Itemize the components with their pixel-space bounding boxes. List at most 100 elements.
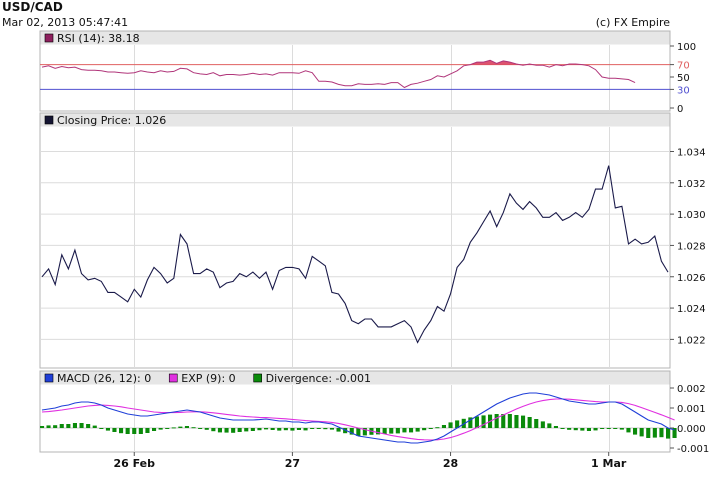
divergence-bar bbox=[283, 428, 288, 431]
divergence-bar bbox=[666, 428, 671, 439]
divergence-bar bbox=[211, 428, 216, 432]
divergence-bar bbox=[152, 428, 157, 431]
price-ytick-label: 1.022 bbox=[677, 335, 706, 346]
divergence-bar bbox=[46, 425, 51, 428]
divergence-bar bbox=[40, 426, 45, 428]
divergence-bar bbox=[428, 428, 433, 429]
rsi-ytick-label: 100 bbox=[677, 42, 696, 53]
divergence-bar bbox=[567, 428, 572, 430]
x-tick-label: 1 Mar bbox=[591, 457, 627, 470]
divergence-bar bbox=[264, 428, 269, 430]
divergence-bar bbox=[626, 428, 631, 433]
price-ytick-label: 1.026 bbox=[677, 273, 706, 284]
x-tick-label: 28 bbox=[443, 457, 458, 470]
macd-legend-label-2: Divergence: -0.001 bbox=[266, 372, 371, 385]
divergence-bar bbox=[507, 414, 512, 428]
divergence-bar bbox=[184, 426, 189, 428]
divergence-bar bbox=[494, 414, 499, 428]
rsi-ytick-label: 30 bbox=[677, 85, 690, 96]
divergence-bar bbox=[639, 428, 644, 437]
divergence-bar bbox=[521, 415, 526, 428]
macd-legend-swatch-0 bbox=[44, 373, 54, 383]
divergence-bar bbox=[296, 428, 301, 430]
divergence-bar bbox=[448, 422, 453, 428]
divergence-bar bbox=[606, 428, 611, 429]
divergence-bar bbox=[553, 426, 558, 428]
divergence-bar bbox=[652, 428, 657, 438]
divergence-bar bbox=[336, 428, 341, 432]
divergence-bar bbox=[59, 424, 64, 428]
divergence-bar bbox=[72, 423, 77, 428]
divergence-bar bbox=[560, 428, 565, 429]
divergence-bar bbox=[277, 428, 282, 431]
divergence-bar bbox=[646, 428, 651, 438]
rsi-ytick-label: 50 bbox=[677, 73, 690, 84]
divergence-bar bbox=[257, 428, 262, 431]
divergence-bar bbox=[191, 427, 196, 429]
divergence-bar bbox=[310, 428, 315, 429]
divergence-bar bbox=[79, 423, 84, 428]
macd-legend-swatch-2 bbox=[253, 373, 262, 383]
divergence-bar bbox=[244, 428, 249, 432]
divergence-bar bbox=[316, 428, 321, 429]
divergence-bar bbox=[593, 428, 598, 431]
divergence-bar bbox=[92, 425, 97, 428]
divergence-bar bbox=[481, 415, 486, 428]
price-legend-swatch bbox=[44, 115, 54, 125]
divergence-bar bbox=[402, 428, 407, 433]
divergence-bar bbox=[105, 428, 110, 431]
divergence-bar bbox=[633, 428, 638, 435]
rsi-ytick-label: 70 bbox=[677, 61, 690, 72]
divergence-bar bbox=[395, 428, 400, 434]
divergence-bar bbox=[138, 428, 143, 434]
divergence-bar bbox=[231, 428, 236, 433]
divergence-bar bbox=[99, 428, 104, 429]
price-ytick-label: 1.030 bbox=[677, 210, 706, 221]
macd-legend-label-1: EXP (9): 0 bbox=[181, 372, 235, 385]
divergence-bar bbox=[613, 428, 618, 429]
divergence-bar bbox=[270, 428, 275, 430]
divergence-bar bbox=[441, 425, 446, 428]
divergence-bar bbox=[237, 428, 242, 432]
divergence-bar bbox=[198, 428, 203, 429]
divergence-bar bbox=[422, 428, 427, 431]
price-ytick-label: 1.024 bbox=[677, 304, 706, 315]
price-ytick-label: 1.034 bbox=[677, 147, 706, 158]
price-legend-label: Closing Price: 1.026 bbox=[57, 114, 166, 127]
macd-ytick-label: 0.000 bbox=[677, 424, 706, 435]
divergence-bar bbox=[53, 425, 58, 428]
divergence-bar bbox=[619, 428, 624, 430]
divergence-bar bbox=[514, 415, 519, 428]
x-tick-label: 26 Feb bbox=[113, 457, 155, 470]
divergence-bar bbox=[547, 423, 552, 428]
divergence-bar bbox=[389, 428, 394, 434]
divergence-bar bbox=[329, 428, 334, 430]
divergence-bar bbox=[303, 428, 308, 431]
divergence-bar bbox=[132, 428, 137, 434]
rsi-legend-swatch bbox=[44, 33, 54, 43]
divergence-bar bbox=[145, 428, 150, 433]
divergence-bar bbox=[415, 428, 420, 432]
divergence-bar bbox=[119, 428, 124, 434]
divergence-bar bbox=[382, 428, 387, 434]
divergence-bar bbox=[165, 428, 170, 429]
forex-chart-page: USD/CAD Mar 02, 2013 05:47:41 (c) FX Emp… bbox=[0, 0, 710, 487]
divergence-bar bbox=[474, 416, 479, 428]
macd-legend-label-0: MACD (26, 12): 0 bbox=[57, 372, 151, 385]
macd-legend-swatch-1 bbox=[168, 373, 178, 383]
macd-ytick-label: 0.002 bbox=[677, 384, 706, 395]
divergence-bar bbox=[224, 428, 229, 433]
divergence-bar bbox=[409, 428, 414, 433]
chart-canvas: 100 705030 0 1.034 1.032 1.030 1.028 1.026 1.024… bbox=[39, 30, 709, 470]
divergence-bar bbox=[435, 427, 440, 429]
price-ytick-label: 1.028 bbox=[677, 241, 706, 252]
divergence-bar bbox=[158, 428, 163, 430]
x-tick-label: 27 bbox=[285, 457, 300, 470]
divergence-bar bbox=[66, 424, 71, 428]
divergence-bar bbox=[540, 421, 545, 428]
divergence-bar bbox=[600, 428, 605, 429]
divergence-bar bbox=[250, 428, 255, 431]
divergence-bar bbox=[323, 428, 328, 430]
divergence-bar bbox=[659, 428, 664, 438]
divergence-bar bbox=[573, 428, 578, 431]
